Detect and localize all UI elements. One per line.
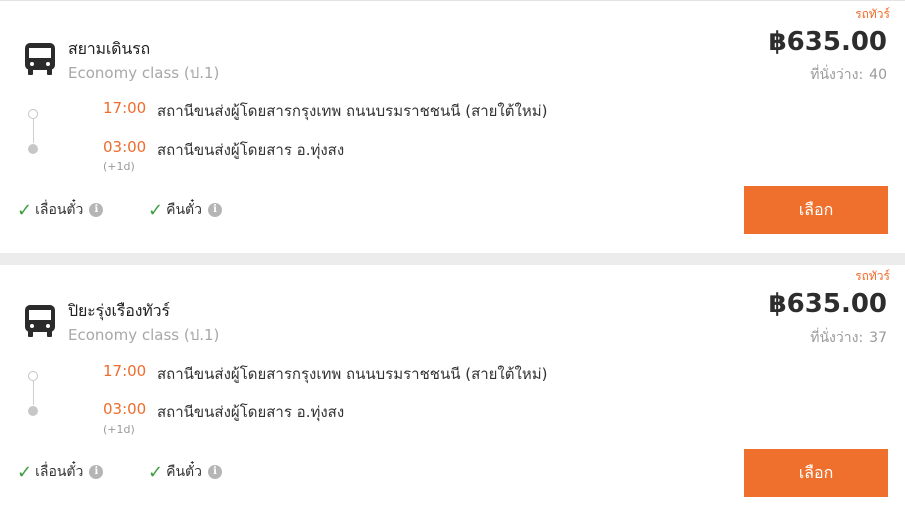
feature-refund-label: คืนตั๋ว xyxy=(166,202,202,218)
trip-card: รถทัวร์ สยามเดินรถ Economy class (ป.1) ฿… xyxy=(0,0,905,253)
feature-reschedule: ✓ เลื่อนตั๋ว i xyxy=(17,199,104,221)
bus-icon xyxy=(25,305,55,337)
arrival-time: 03:00 xyxy=(103,138,147,156)
arrival-day-offset: (+1d) xyxy=(103,423,135,436)
bus-icon xyxy=(25,43,55,75)
check-icon: ✓ xyxy=(148,461,164,483)
route-line xyxy=(33,381,34,405)
departure-station: สถานีขนส่งผู้โดยสารกรุงเทพ ถนนบรมราชชนนี… xyxy=(157,365,548,383)
arrival-station: สถานีขนส่งผู้โดยสาร อ.ทุ่งสง xyxy=(157,141,345,159)
select-button[interactable]: เลือก xyxy=(744,449,888,497)
available-seats: ที่นั่งว่าง: 37 xyxy=(810,327,887,349)
seats-value: 40 xyxy=(869,67,887,83)
seats-label: ที่นั่งว่าง: xyxy=(810,67,864,83)
vehicle-type-tag: รถทัวร์ xyxy=(855,269,890,283)
arrival-day-offset: (+1d) xyxy=(103,160,135,173)
trip-card: รถทัวร์ ปิยะรุ่งเรืองทัวร์ Economy class… xyxy=(0,265,905,508)
info-icon[interactable]: i xyxy=(89,203,104,217)
seat-class: Economy class (ป.1) xyxy=(68,64,220,82)
available-seats: ที่นั่งว่าง: 40 xyxy=(810,64,887,86)
vehicle-type-tag: รถทัวร์ xyxy=(855,7,890,21)
seats-value: 37 xyxy=(869,330,887,346)
info-icon[interactable]: i xyxy=(207,465,222,479)
check-icon: ✓ xyxy=(17,199,33,221)
price: ฿635.00 xyxy=(768,289,887,319)
departure-time: 17:00 xyxy=(103,99,147,117)
seat-class: Economy class (ป.1) xyxy=(68,326,220,344)
arrival-dot xyxy=(28,144,38,154)
feature-reschedule-label: เลื่อนตั๋ว xyxy=(35,202,84,218)
operator-name: สยามเดินรถ xyxy=(68,39,150,58)
info-icon[interactable]: i xyxy=(89,465,104,479)
feature-refund: ✓ คืนตั๋ว i xyxy=(148,461,222,483)
departure-station: สถานีขนส่งผู้โดยสารกรุงเทพ ถนนบรมราชชนนี… xyxy=(157,102,548,120)
arrival-station: สถานีขนส่งผู้โดยสาร อ.ทุ่งสง xyxy=(157,403,345,421)
arrival-dot xyxy=(28,406,38,416)
route-line xyxy=(33,119,34,143)
check-icon: ✓ xyxy=(17,461,33,483)
seats-label: ที่นั่งว่าง: xyxy=(810,330,864,346)
departure-time: 17:00 xyxy=(103,362,147,380)
select-button[interactable]: เลือก xyxy=(744,186,888,234)
price: ฿635.00 xyxy=(768,27,887,57)
feature-refund: ✓ คืนตั๋ว i xyxy=(148,199,222,221)
feature-reschedule: ✓ เลื่อนตั๋ว i xyxy=(17,461,104,483)
feature-refund-label: คืนตั๋ว xyxy=(166,464,202,480)
info-icon[interactable]: i xyxy=(207,203,222,217)
operator-name: ปิยะรุ่งเรืองทัวร์ xyxy=(68,301,170,320)
feature-reschedule-label: เลื่อนตั๋ว xyxy=(35,464,84,480)
departure-dot xyxy=(28,109,38,119)
check-icon: ✓ xyxy=(148,199,164,221)
arrival-time: 03:00 xyxy=(103,400,147,418)
departure-dot xyxy=(28,371,38,381)
